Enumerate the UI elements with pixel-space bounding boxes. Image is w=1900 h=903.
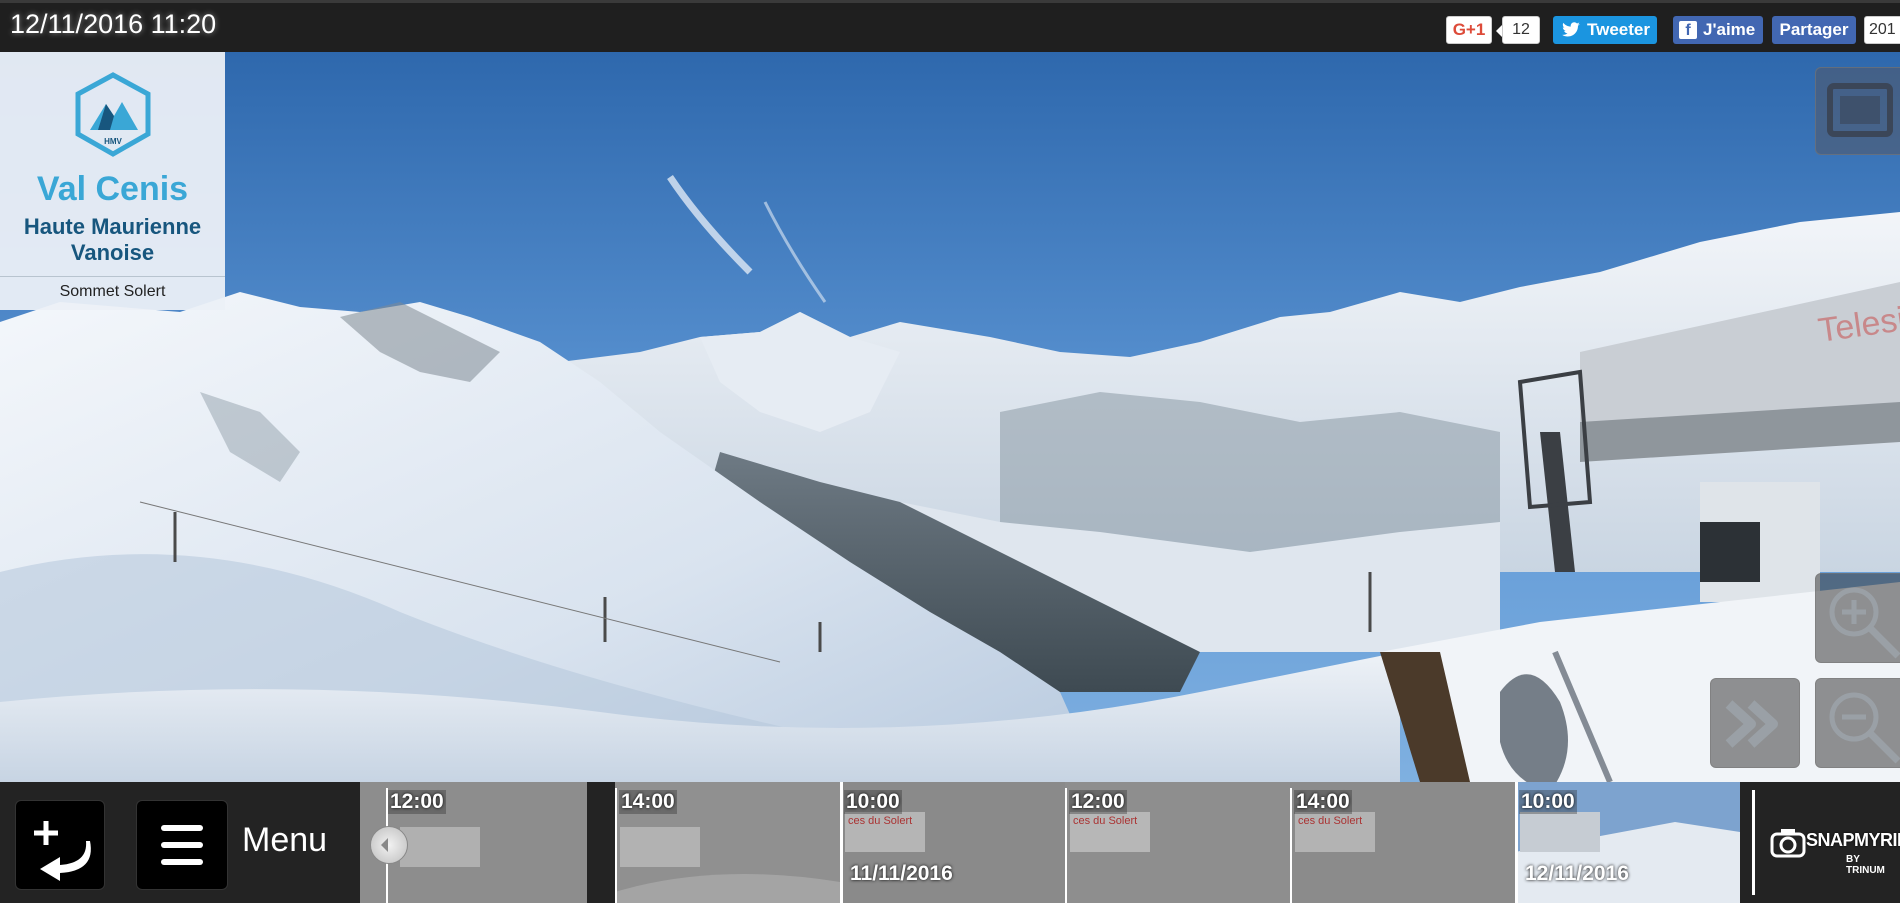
brand-name: SNAPMYRIDE (1806, 830, 1900, 850)
twitter-bird-icon (1562, 22, 1580, 37)
thumbnail-time: 12:00 (388, 790, 446, 814)
mountain-badge-icon: HMV (75, 72, 151, 157)
facebook-like-button[interactable]: f J'aime (1673, 16, 1763, 44)
zoom-out-button[interactable] (1815, 678, 1900, 768)
gplus-button[interactable]: G+1 (1446, 16, 1492, 44)
logo-title: Val Cenis (36, 170, 189, 208)
zoom-out-icon (1829, 692, 1900, 764)
timeline-thumbnail[interactable]: ces du Solert 12:00 (1065, 782, 1290, 903)
thumbnail-time: 12:00 (1069, 790, 1127, 814)
facebook-share-button[interactable]: Partager (1772, 16, 1856, 44)
panorama-image: Telesie (0, 52, 1900, 782)
tweet-label: Tweeter (1587, 20, 1650, 39)
hamburger-icon (161, 825, 203, 865)
thumbnail-time: 10:00 (1519, 790, 1577, 814)
fast-forward-button[interactable] (1710, 678, 1800, 768)
camera-icon (1770, 829, 1806, 858)
facebook-share-count: 201 (1864, 16, 1900, 44)
tweet-button[interactable]: Tweeter (1553, 16, 1657, 44)
timeline-end-marker (1752, 790, 1755, 895)
history-timeline[interactable]: 12:00 14:00 ces du Solert 10:00 11/11/20… (360, 782, 1740, 903)
time-marker (615, 788, 617, 903)
menu-label[interactable]: Menu (242, 821, 327, 860)
thumbnail-time: 10:00 (844, 790, 902, 814)
fast-forward-icon (1725, 700, 1778, 748)
menu-button[interactable] (136, 800, 228, 890)
time-marker (1065, 788, 1067, 903)
timeline-scrubber-handle[interactable] (370, 826, 408, 864)
resort-logo[interactable]: HMV Val Cenis Haute Maurienne Vanoise So… (0, 52, 225, 310)
facebook-like-label: J'aime (1703, 20, 1756, 39)
timeline-thumbnail[interactable]: 14:00 (615, 782, 840, 903)
timeline-thumbnail-current[interactable]: 10:00 12/11/2016 (1515, 782, 1740, 903)
day-separator (840, 782, 843, 903)
svg-text:ces du Solert: ces du Solert (1073, 815, 1137, 827)
capture-datetime: 12/11/2016 11:20 (10, 9, 217, 39)
time-marker (1290, 788, 1292, 903)
add-return-icon (34, 821, 91, 881)
svg-text:ces du Solert: ces du Solert (848, 815, 912, 827)
top-bar: 12/11/2016 11:20 G+1 12 Tweeter f J'aime… (0, 0, 1900, 52)
svg-text:ces du Solert: ces du Solert (1298, 815, 1362, 827)
panorama-view[interactable]: Telesie (0, 52, 1900, 782)
gplus-count: 12 (1496, 16, 1540, 44)
svg-text:HMV: HMV (104, 137, 122, 146)
webcam-location: Sommet Solert (0, 276, 225, 311)
timeline-thumbnail[interactable]: ces du Solert 14:00 (1290, 782, 1515, 903)
fullscreen-icon (1827, 83, 1893, 137)
add-favorite-button[interactable] (15, 800, 105, 890)
thumbnail-time: 14:00 (619, 790, 677, 814)
timeline-thumbnail[interactable]: ces du Solert 10:00 11/11/2016 (840, 782, 1065, 903)
brand-sub: BY TRINUM (1846, 854, 1885, 876)
zoom-in-icon (1829, 587, 1900, 659)
zoom-in-button[interactable] (1815, 573, 1900, 663)
thumbnail-date: 12/11/2016 (1525, 862, 1629, 885)
day-separator (1515, 782, 1518, 903)
facebook-icon: f (1679, 21, 1697, 39)
thumbnail-time: 14:00 (1294, 790, 1352, 814)
logo-subtitle-2: Vanoise (70, 240, 155, 265)
logo-subtitle-1: Haute Maurienne (23, 214, 202, 239)
thumbnail-date: 11/11/2016 (850, 862, 953, 885)
snapmyride-logo[interactable]: SNAPMYRIDE BY TRINUM (1766, 816, 1900, 876)
fullscreen-button[interactable] (1815, 67, 1900, 155)
